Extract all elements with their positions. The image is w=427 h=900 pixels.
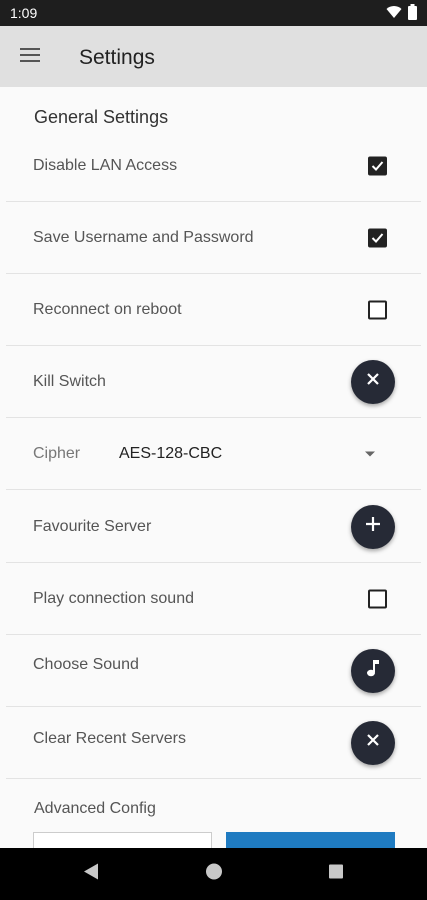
setting-choose-sound: Choose Sound (6, 635, 421, 707)
home-circle-icon (205, 863, 223, 885)
recents-button[interactable] (328, 864, 344, 885)
setting-label: Disable LAN Access (33, 156, 178, 174)
setting-label: Save Username and Password (33, 228, 254, 246)
status-bar: 1:09 (0, 0, 427, 26)
settings-content[interactable]: General Settings Disable LAN Access Save… (0, 87, 427, 848)
close-icon (366, 372, 380, 391)
setting-reconnect-reboot: Reconnect on reboot (6, 274, 421, 346)
setting-kill-switch: Kill Switch (6, 346, 421, 418)
wifi-icon (386, 5, 402, 24)
setting-label: Kill Switch (33, 372, 106, 390)
advanced-config-input[interactable] (33, 832, 212, 848)
chevron-down-icon (365, 451, 375, 456)
back-triangle-icon (83, 863, 99, 885)
clear-recent-button[interactable] (351, 720, 395, 765)
cipher-value: AES-128-CBC (119, 444, 223, 462)
setting-clear-recent: Clear Recent Servers (6, 707, 421, 779)
connection-sound-checkbox[interactable] (368, 589, 387, 608)
status-icons (386, 4, 417, 25)
menu-button[interactable] (12, 40, 48, 74)
setting-label: Choose Sound (33, 655, 139, 673)
setting-label: Favourite Server (33, 517, 152, 535)
close-icon (366, 733, 380, 752)
setting-label: Reconnect on reboot (33, 300, 182, 318)
choose-sound-button[interactable] (351, 648, 395, 693)
advanced-config-label: Advanced Config (34, 800, 156, 817)
setting-label: Cipher (33, 444, 81, 462)
setting-label: Play connection sound (33, 589, 194, 607)
music-note-icon (366, 659, 380, 682)
setting-label: Clear Recent Servers (33, 729, 186, 747)
setting-save-credentials: Save Username and Password (6, 202, 421, 274)
disable-lan-checkbox[interactable] (368, 156, 387, 175)
back-button[interactable] (83, 863, 99, 886)
section-title-general: General Settings (34, 107, 169, 127)
save-credentials-checkbox[interactable] (368, 228, 387, 247)
kill-switch-button[interactable] (351, 359, 395, 404)
app-bar: Settings (0, 26, 427, 87)
reconnect-reboot-checkbox[interactable] (368, 300, 387, 319)
battery-icon (408, 4, 417, 25)
home-button[interactable] (205, 863, 223, 886)
recents-square-icon (328, 864, 344, 884)
favourite-server-button[interactable] (351, 504, 395, 549)
add-icon (365, 516, 381, 537)
setting-connection-sound: Play connection sound (6, 563, 421, 635)
system-nav-bar (0, 848, 427, 900)
setting-favourite-server: Favourite Server (6, 491, 421, 563)
advanced-config-button[interactable] (226, 832, 395, 848)
page-title: Settings (79, 46, 155, 69)
setting-cipher: Cipher AES-128-CBC (6, 418, 421, 490)
hamburger-menu-icon (20, 47, 40, 67)
setting-disable-lan: Disable LAN Access (6, 130, 421, 202)
status-time: 1:09 (10, 5, 38, 21)
